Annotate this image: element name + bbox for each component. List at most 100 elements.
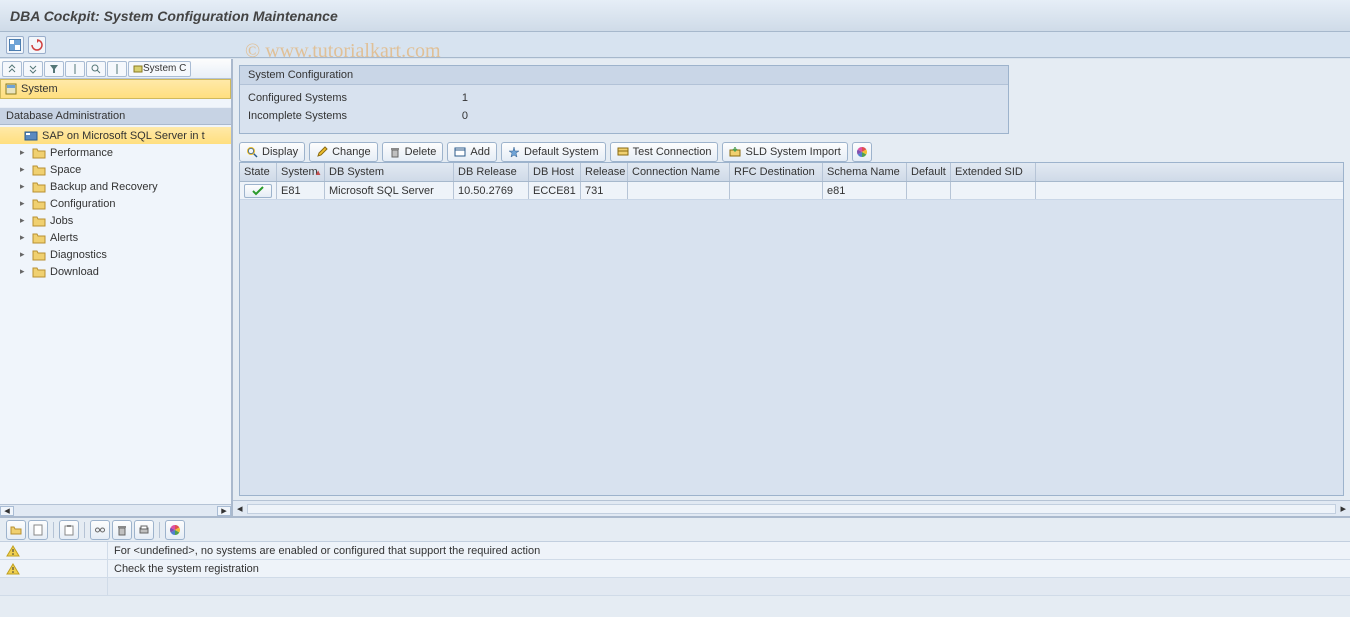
config-panel-body: Configured Systems 1 Incomplete Systems … bbox=[240, 85, 1008, 133]
warning-icon bbox=[6, 563, 20, 575]
table-row[interactable]: E81 Microsoft SQL Server 10.50.2769 ECCE… bbox=[240, 182, 1343, 200]
cell-rfc-dest bbox=[730, 182, 823, 199]
scroll-right-icon[interactable]: ▸ bbox=[217, 506, 231, 516]
filter-btn[interactable] bbox=[44, 61, 64, 77]
message-text: For <undefined>, no systems are enabled … bbox=[108, 542, 1350, 559]
tree-item-diagnostics[interactable]: ▸ Diagnostics bbox=[0, 246, 231, 263]
message-text: Check the system registration bbox=[108, 560, 1350, 577]
scroll-left-icon[interactable]: ◂ bbox=[0, 506, 14, 516]
message-icon-cell bbox=[0, 578, 108, 595]
cell-default bbox=[907, 182, 951, 199]
add-button[interactable]: Add bbox=[447, 142, 497, 162]
caret-icon: ▸ bbox=[20, 198, 28, 209]
document-icon[interactable] bbox=[28, 520, 48, 540]
col-db-system[interactable]: DB System bbox=[325, 163, 454, 181]
col-rfc-dest[interactable]: RFC Destination bbox=[730, 163, 823, 181]
config-label: Incomplete Systems bbox=[248, 110, 428, 122]
sidebar-scrollbar[interactable]: ◂ ▸ bbox=[0, 504, 231, 516]
tree-label: Configuration bbox=[50, 198, 115, 210]
folder-open-icon[interactable] bbox=[6, 520, 26, 540]
col-default[interactable]: Default bbox=[907, 163, 951, 181]
system-c-btn[interactable]: System C bbox=[128, 61, 191, 77]
tree-item-jobs[interactable]: ▸ Jobs bbox=[0, 212, 231, 229]
refresh-icon[interactable] bbox=[28, 36, 46, 54]
cell-release: 731 bbox=[581, 182, 628, 199]
cell-conn-name bbox=[628, 182, 730, 199]
print-icon[interactable] bbox=[134, 520, 154, 540]
caret-icon: ▸ bbox=[20, 266, 28, 277]
divider-btn-2[interactable] bbox=[107, 61, 127, 77]
glasses-icon[interactable] bbox=[90, 520, 110, 540]
system-dropdown-label: System bbox=[21, 83, 58, 95]
caret-icon: ▸ bbox=[20, 215, 28, 226]
message-row[interactable]: For <undefined>, no systems are enabled … bbox=[0, 542, 1350, 560]
display-button[interactable]: Display bbox=[239, 142, 305, 162]
bottom-toolbar bbox=[0, 518, 1350, 542]
config-row: Configured Systems 1 bbox=[248, 89, 1000, 107]
delete-button[interactable]: Delete bbox=[382, 142, 444, 162]
cell-system: E81 bbox=[277, 182, 325, 199]
separator bbox=[159, 522, 160, 538]
folder-icon bbox=[32, 266, 46, 278]
search-btn[interactable] bbox=[86, 61, 106, 77]
col-system[interactable]: System ▲ bbox=[277, 163, 325, 181]
tree-label: Backup and Recovery bbox=[50, 181, 158, 193]
tree-item-backup[interactable]: ▸ Backup and Recovery bbox=[0, 178, 231, 195]
scroll-left-icon[interactable]: ◂ bbox=[237, 502, 243, 515]
divider-btn[interactable] bbox=[65, 61, 85, 77]
clipboard-icon[interactable] bbox=[59, 520, 79, 540]
trash-icon[interactable] bbox=[112, 520, 132, 540]
col-db-host[interactable]: DB Host bbox=[529, 163, 581, 181]
message-text bbox=[108, 578, 1350, 595]
cell-state bbox=[240, 182, 277, 199]
grid-body: E81 Microsoft SQL Server 10.50.2769 ECCE… bbox=[240, 182, 1343, 495]
bottom-panel: For <undefined>, no systems are enabled … bbox=[0, 516, 1350, 596]
col-schema[interactable]: Schema Name bbox=[823, 163, 907, 181]
page-title: DBA Cockpit: System Configuration Mainte… bbox=[10, 8, 338, 24]
caret-icon: ▸ bbox=[20, 181, 28, 192]
message-row-empty bbox=[0, 578, 1350, 596]
message-row[interactable]: Check the system registration bbox=[0, 560, 1350, 578]
col-release[interactable]: Release bbox=[581, 163, 628, 181]
warning-icon bbox=[6, 545, 20, 557]
tree-item-alerts[interactable]: ▸ Alerts bbox=[0, 229, 231, 246]
folder-icon bbox=[32, 147, 46, 159]
collapse-btn[interactable] bbox=[23, 61, 43, 77]
col-ext-sid[interactable]: Extended SID bbox=[951, 163, 1036, 181]
color-wheel-button[interactable] bbox=[852, 142, 872, 162]
button-label: SLD System Import bbox=[745, 146, 840, 158]
sld-import-button[interactable]: SLD System Import bbox=[722, 142, 847, 162]
col-db-release[interactable]: DB Release bbox=[454, 163, 529, 181]
grid-header: State System ▲ DB System DB Release DB H… bbox=[240, 163, 1343, 182]
caret-icon: ▸ bbox=[20, 232, 28, 243]
action-toolbar: Display Change Delete Add Default System… bbox=[239, 142, 1344, 162]
tree-item-sap-mssql[interactable]: SAP on Microsoft SQL Server in t bbox=[0, 127, 231, 144]
change-button[interactable]: Change bbox=[309, 142, 378, 162]
tree-item-download[interactable]: ▸ Download bbox=[0, 263, 231, 280]
state-ok-icon bbox=[244, 184, 272, 198]
default-system-button[interactable]: Default System bbox=[501, 142, 606, 162]
col-label: System bbox=[281, 166, 318, 178]
color-wheel-icon[interactable] bbox=[165, 520, 185, 540]
tree-item-configuration[interactable]: ▸ Configuration bbox=[0, 195, 231, 212]
sort-asc-icon: ▲ bbox=[314, 168, 322, 177]
tree-label: Download bbox=[50, 266, 99, 278]
scroll-track[interactable] bbox=[247, 504, 1337, 514]
scroll-right-icon[interactable]: ▸ bbox=[1340, 502, 1346, 515]
content-scrollbar[interactable]: ◂ ▸ bbox=[233, 500, 1350, 516]
col-conn-name[interactable]: Connection Name bbox=[628, 163, 730, 181]
caret-icon: ▸ bbox=[20, 164, 28, 175]
config-value: 0 bbox=[428, 110, 468, 122]
tree-label: Jobs bbox=[50, 215, 73, 227]
tree-item-performance[interactable]: ▸ Performance bbox=[0, 144, 231, 161]
tree-label: Performance bbox=[50, 147, 113, 159]
button-label: Add bbox=[470, 146, 490, 158]
col-state[interactable]: State bbox=[240, 163, 277, 181]
tree-item-space[interactable]: ▸ Space bbox=[0, 161, 231, 178]
sidebar-toolbar: System C bbox=[0, 59, 231, 79]
test-connection-button[interactable]: Test Connection bbox=[610, 142, 719, 162]
system-dropdown[interactable]: System bbox=[0, 79, 231, 99]
layout-icon[interactable] bbox=[6, 36, 24, 54]
button-label: Display bbox=[262, 146, 298, 158]
expand-btn[interactable] bbox=[2, 61, 22, 77]
